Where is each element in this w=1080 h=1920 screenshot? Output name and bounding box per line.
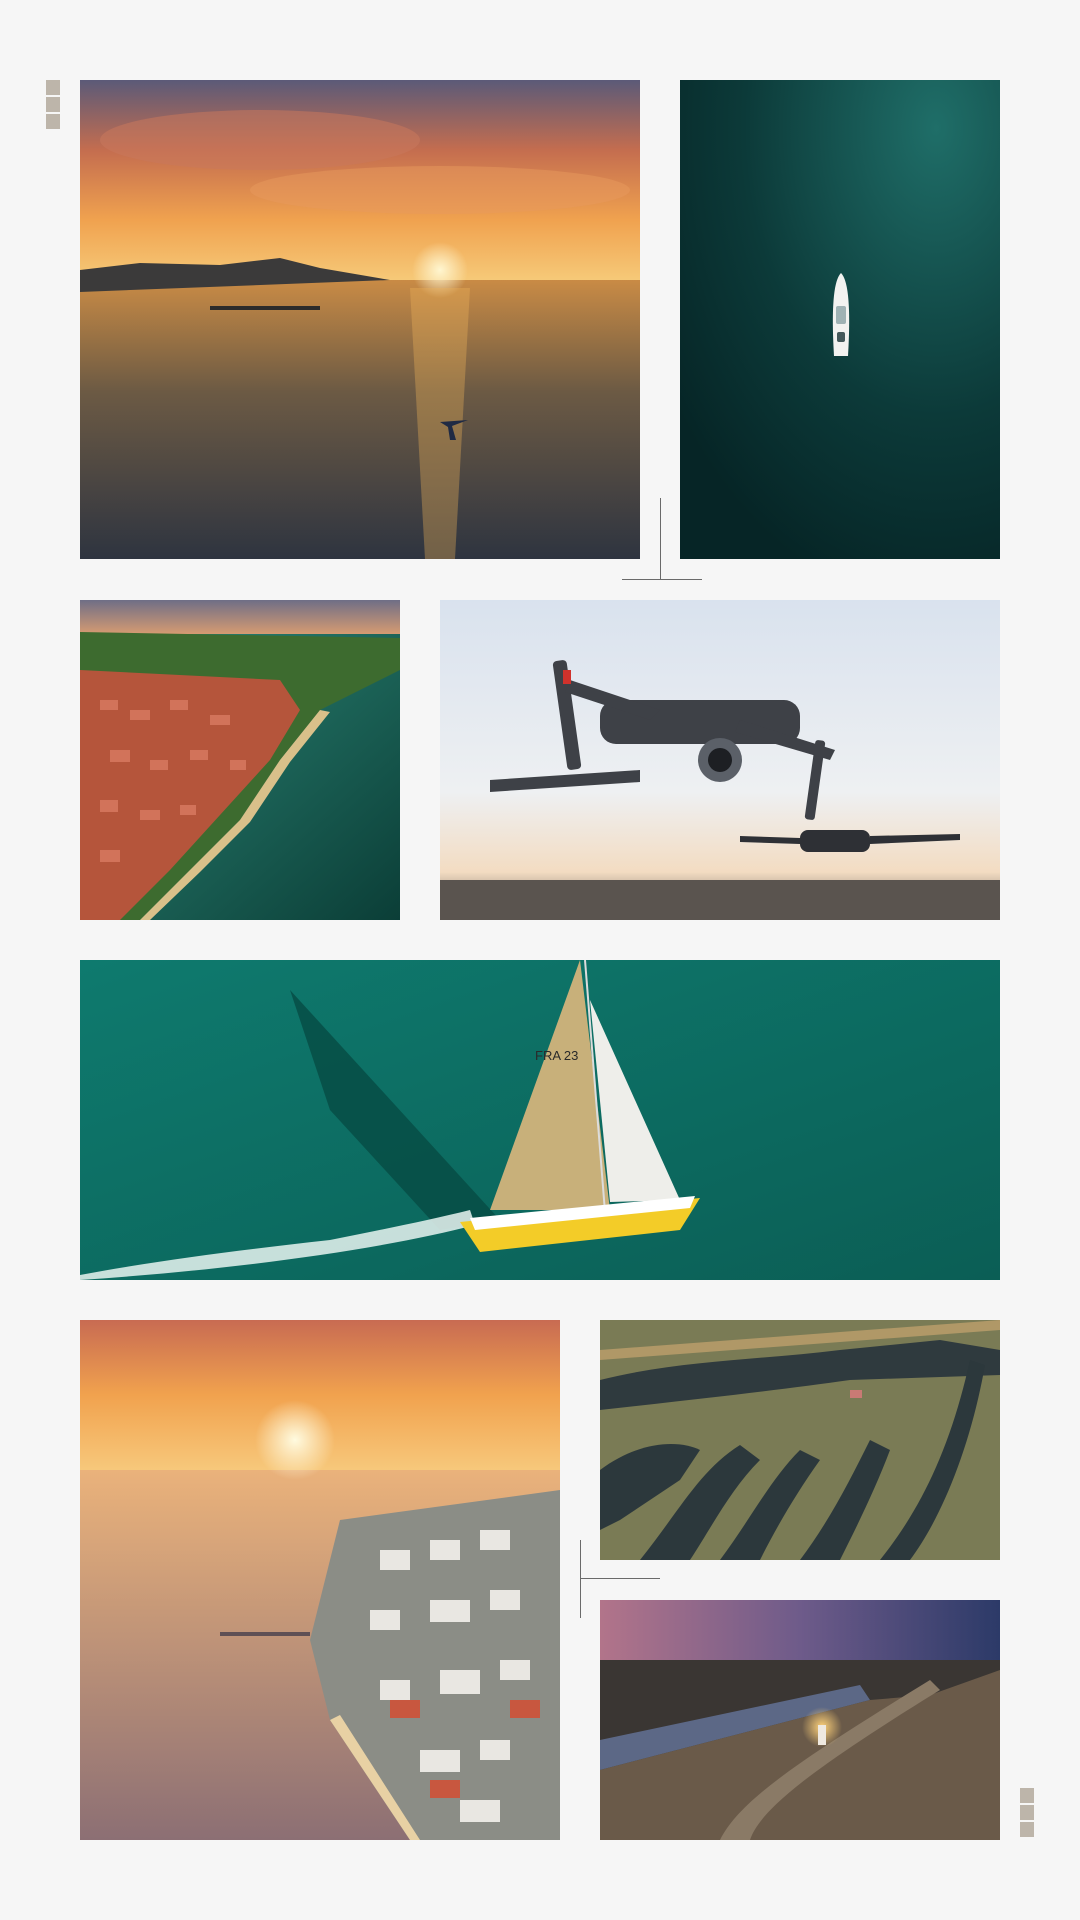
coastal-village-aerial-photo[interactable] <box>80 600 400 920</box>
harbor-lighthouse-dusk-photo[interactable] <box>600 1600 1000 1840</box>
page-marker-top-left <box>46 80 60 131</box>
salt-marsh-aerial-photo[interactable] <box>600 1320 1000 1560</box>
divider-horizontal-top <box>622 579 702 580</box>
sunset-pier-wakefoil-photo[interactable] <box>80 80 640 559</box>
boat-deep-sea-photo[interactable] <box>680 80 1000 559</box>
sunset-town-aerial-photo[interactable] <box>80 1320 560 1840</box>
sailboat-fra-photo[interactable]: FRA 23 <box>80 960 1000 1280</box>
divider-vertical-bottom <box>580 1540 581 1618</box>
drone-flight-photo[interactable] <box>440 600 1000 920</box>
sail-number-text: FRA 23 <box>535 1048 578 1063</box>
page-marker-bottom-right <box>1020 1788 1034 1839</box>
divider-horizontal-bottom <box>580 1578 660 1579</box>
divider-vertical-top <box>660 498 661 580</box>
